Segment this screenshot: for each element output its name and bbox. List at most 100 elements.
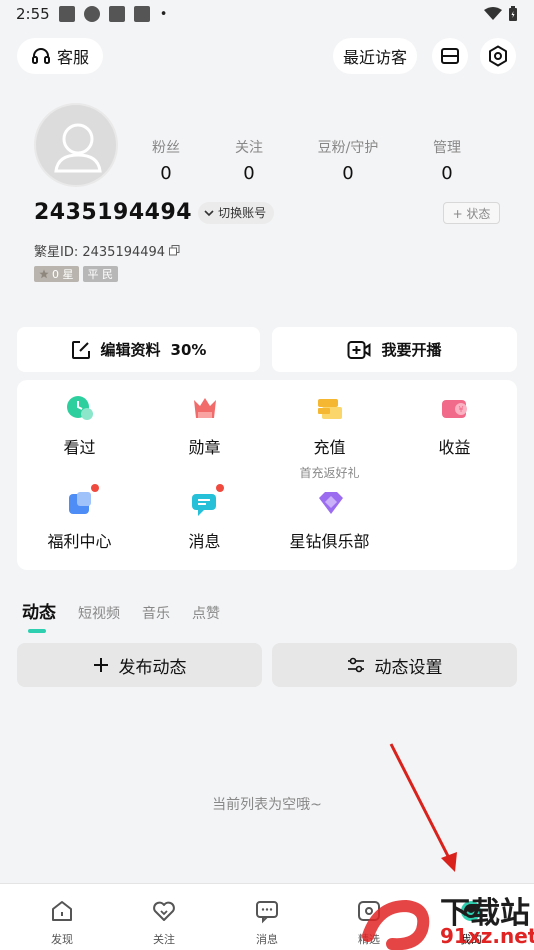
notification-icon xyxy=(58,6,75,22)
grid-item-label: 充值 xyxy=(313,438,346,457)
grid-item-label: 星钻俱乐部 xyxy=(289,532,370,551)
svg-text:¥: ¥ xyxy=(458,405,463,414)
rank-badge: 平 民 xyxy=(82,266,118,282)
grid-item-medals[interactable]: 勋章 xyxy=(142,394,267,458)
welfare-icon xyxy=(65,484,99,518)
scan-button[interactable] xyxy=(432,38,468,74)
wifi-icon xyxy=(484,7,502,20)
grid-item-label: 福利中心 xyxy=(47,532,112,551)
customer-service-button[interactable]: 客服 xyxy=(17,38,103,74)
grid-item-history[interactable]: 看过 xyxy=(17,394,142,458)
tab-label: 动态 xyxy=(22,603,56,623)
tab-likes[interactable]: 点赞 xyxy=(192,603,220,623)
active-tab-indicator xyxy=(28,629,46,633)
feature-grid: 看过 勋章 充值 首充返好礼 ¥ 收益 福利中心 消息 星钻俱乐部 xyxy=(17,380,517,570)
message-icon xyxy=(190,484,224,518)
switch-account-button[interactable]: 切换账号 xyxy=(198,201,275,224)
grid-item-diamond-club[interactable]: 星钻俱乐部 xyxy=(267,488,392,552)
stat-value: 0 xyxy=(243,163,255,184)
stat-value: 0 xyxy=(160,163,172,184)
header-row: 客服 最近访客 xyxy=(17,38,517,76)
recent-visitors-button[interactable]: 最近访客 xyxy=(333,38,417,74)
level-badges: 0 星 平 民 xyxy=(34,266,118,282)
star-level-badge: 0 星 xyxy=(34,266,79,282)
copy-icon[interactable] xyxy=(169,245,180,256)
history-icon xyxy=(65,394,95,424)
grid-item-messages[interactable]: 消息 xyxy=(142,484,267,552)
grid-item-recharge[interactable]: 充值 首充返好礼 xyxy=(267,394,392,481)
grid-item-label: 勋章 xyxy=(188,438,221,457)
nav-messages[interactable]: 消息 xyxy=(227,898,307,947)
grid-item-label: 看过 xyxy=(63,438,96,457)
earnings-icon: ¥ xyxy=(440,394,470,424)
go-live-label: 我要开播 xyxy=(381,341,442,359)
stat-label: 豆粉/守护 xyxy=(317,140,379,156)
watermark-domain: 91xz.net xyxy=(440,924,534,948)
default-avatar-icon xyxy=(54,123,102,173)
notification-icon xyxy=(83,6,100,22)
grid-item-label: 消息 xyxy=(188,532,221,551)
status-bar: 2:55 • xyxy=(0,0,534,28)
username: 2435194494 xyxy=(34,200,193,225)
avatar[interactable] xyxy=(34,103,118,187)
plus-icon xyxy=(93,658,108,672)
tab-music[interactable]: 音乐 xyxy=(142,603,170,623)
home-icon xyxy=(52,901,72,921)
recharge-promo-text: 首充返好礼 xyxy=(299,466,360,480)
star-id-row: 繁星ID: 2435194494 xyxy=(34,241,180,260)
notification-icon xyxy=(133,6,150,22)
moment-settings-button[interactable]: 动态设置 xyxy=(272,643,517,687)
publish-moment-label: 发布动态 xyxy=(118,657,187,678)
grid-item-label: 收益 xyxy=(438,438,471,457)
recent-visitors-label: 最近访客 xyxy=(342,48,407,67)
edit-icon xyxy=(71,340,90,359)
grid-item-earnings[interactable]: ¥ 收益 xyxy=(392,394,517,458)
tab-short-video[interactable]: 短视频 xyxy=(78,603,120,623)
customer-service-label: 客服 xyxy=(56,48,89,67)
tab-moments[interactable]: 动态 xyxy=(22,598,56,633)
star-id-text: 繁星ID: 2435194494 xyxy=(34,245,166,260)
featured-icon xyxy=(358,901,380,921)
stat-guardians[interactable]: 豆粉/守护 0 xyxy=(303,137,393,184)
nav-label: 发现 xyxy=(51,933,73,946)
username-row: 2435194494 切换账号 xyxy=(34,200,275,225)
settings-button[interactable] xyxy=(480,38,516,74)
gear-icon xyxy=(489,45,507,67)
notification-icon xyxy=(108,6,125,22)
go-live-button[interactable]: 我要开播 xyxy=(272,327,517,372)
live-camera-icon xyxy=(347,340,371,359)
profile-completion: 30% xyxy=(170,340,207,359)
star-icon xyxy=(39,269,49,279)
edit-profile-button[interactable]: 编辑资料 30% xyxy=(17,327,260,372)
publish-moment-button[interactable]: 发布动态 xyxy=(17,643,262,687)
grid-item-welfare[interactable]: 福利中心 xyxy=(17,484,142,552)
headset-icon xyxy=(31,48,50,64)
switch-account-label: 切换账号 xyxy=(218,206,267,220)
nav-discover[interactable]: 发现 xyxy=(22,898,102,947)
moment-settings-label: 动态设置 xyxy=(374,657,443,678)
stat-admin[interactable]: 管理 0 xyxy=(402,137,492,184)
battery-icon xyxy=(509,6,517,21)
nav-following[interactable]: 关注 xyxy=(124,898,204,947)
stat-label: 粉丝 xyxy=(152,140,180,156)
star-level-text: 0 星 xyxy=(52,268,74,281)
nav-label: 精选 xyxy=(358,933,380,946)
sliders-icon xyxy=(347,657,364,673)
stat-value: 0 xyxy=(342,163,354,184)
stat-following[interactable]: 关注 0 xyxy=(204,137,294,184)
nav-label: 关注 xyxy=(153,933,175,946)
medal-icon xyxy=(190,394,220,424)
edit-profile-label: 编辑资料 xyxy=(100,341,161,359)
stat-fans[interactable]: 粉丝 0 xyxy=(121,137,211,184)
empty-list-text: 当前列表为空哦~ xyxy=(212,797,322,813)
scan-icon xyxy=(441,48,459,64)
more-notifications-dot: • xyxy=(159,6,168,22)
nav-featured[interactable]: 精选 xyxy=(329,898,409,947)
status-time: 2:55 xyxy=(16,5,50,23)
chat-icon xyxy=(256,901,278,924)
chevron-down-icon xyxy=(204,209,214,216)
add-status-button[interactable]: + 状态 xyxy=(443,202,500,224)
diamond-icon xyxy=(315,488,345,518)
stat-label: 管理 xyxy=(433,140,461,156)
recharge-icon xyxy=(315,394,345,424)
